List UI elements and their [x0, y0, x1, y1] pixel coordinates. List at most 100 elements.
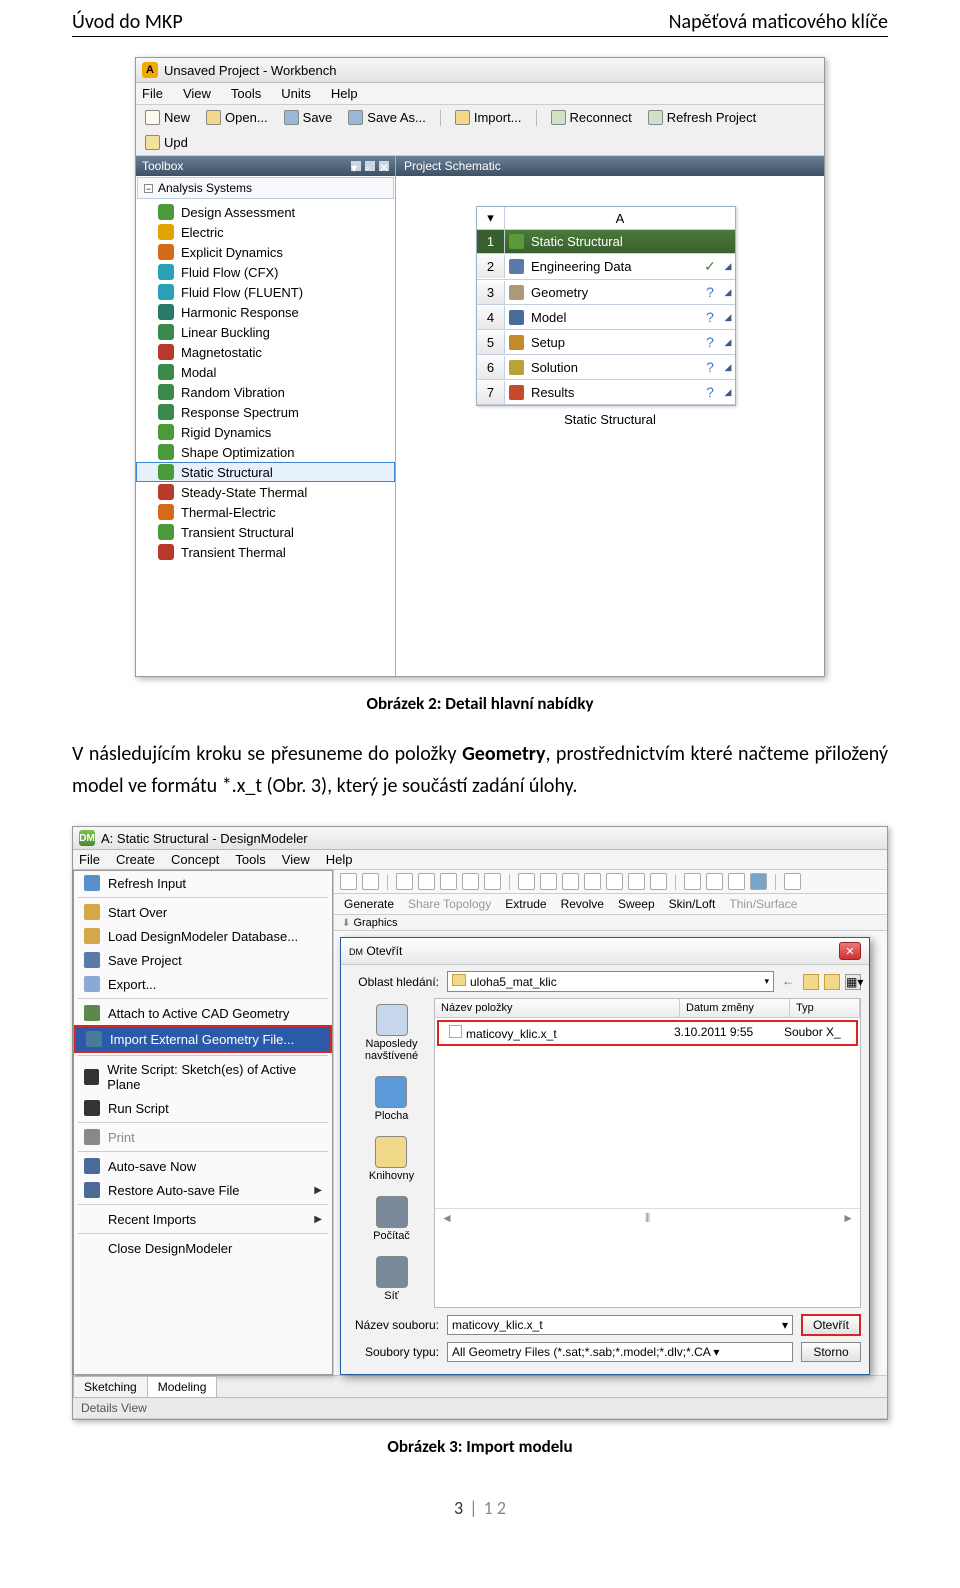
menu-item[interactable]: Refresh Input — [74, 871, 332, 895]
dropdown-icon[interactable]: ▾ — [351, 161, 361, 171]
places-item[interactable]: Knihovny — [369, 1136, 414, 1182]
tb-update[interactable]: Upd — [140, 133, 193, 152]
menu-view[interactable]: View — [183, 86, 211, 101]
icon[interactable] — [462, 873, 479, 890]
up-icon[interactable] — [803, 974, 819, 990]
dm-menu-concept[interactable]: Concept — [171, 852, 219, 867]
back-icon[interactable]: ← — [782, 974, 798, 990]
tab-modeling[interactable]: Modeling — [147, 1376, 218, 1397]
system-cell[interactable]: 3Geometry?◢ — [477, 280, 735, 305]
cancel-button[interactable]: Storno — [801, 1342, 861, 1362]
toolbox-item[interactable]: Thermal-Electric — [136, 502, 395, 522]
toolbox-item[interactable]: Linear Buckling — [136, 322, 395, 342]
system-cell[interactable]: 7Results?◢ — [477, 380, 735, 405]
system-block[interactable]: ▾ A 1 Static Structural 2Engineering Dat… — [476, 206, 736, 406]
open-button[interactable]: Otevřít — [801, 1314, 861, 1336]
dm-menu-help[interactable]: Help — [326, 852, 353, 867]
toolbox-item[interactable]: Rigid Dynamics — [136, 422, 395, 442]
menu-item[interactable]: Print — [74, 1125, 332, 1149]
menu-item[interactable]: Restore Auto-save File▶ — [74, 1178, 332, 1202]
extrude-button[interactable]: Extrude — [501, 897, 546, 911]
icon[interactable] — [728, 873, 745, 890]
zoom-box-icon[interactable] — [606, 873, 623, 890]
toolbox-item[interactable]: Magnetostatic — [136, 342, 395, 362]
system-cell[interactable]: 5Setup?◢ — [477, 330, 735, 355]
toolbox-group[interactable]: − Analysis Systems — [137, 177, 394, 199]
menu-item[interactable]: Run Script — [74, 1096, 332, 1120]
menu-item[interactable]: Close DesignModeler — [74, 1236, 332, 1260]
menu-item[interactable]: Import External Geometry File... — [74, 1025, 332, 1053]
toolbox-item[interactable]: Electric — [136, 222, 395, 242]
file-row[interactable]: maticovy_klic.x_t 3.10.2011 9:55 Soubor … — [437, 1020, 858, 1046]
toolbox-item[interactable]: Transient Thermal — [136, 542, 395, 562]
places-item[interactable]: Počítač — [373, 1196, 410, 1242]
places-item[interactable]: Naposledy navštívené — [349, 1004, 434, 1062]
col-name[interactable]: Název položky — [435, 999, 680, 1017]
view-icon[interactable]: ▦▾ — [845, 974, 861, 990]
menu-item[interactable]: Write Script: Sketch(es) of Active Plane — [74, 1058, 332, 1096]
places-item[interactable]: Plocha — [375, 1076, 409, 1122]
share-topology-button[interactable]: Share Topology — [404, 897, 491, 911]
icon[interactable] — [484, 873, 501, 890]
filename-combo[interactable]: maticovy_klic.x_t▾ — [447, 1315, 793, 1335]
dm-menu-file[interactable]: File — [79, 852, 100, 867]
toolbox-item[interactable]: Design Assessment — [136, 202, 395, 222]
skin-loft-button[interactable]: Skin/Loft — [665, 897, 716, 911]
close-button[interactable]: ✕ — [839, 942, 861, 960]
dm-menu-create[interactable]: Create — [116, 852, 155, 867]
look-in-combo[interactable]: uloha5_mat_klic▾ — [447, 971, 774, 992]
toolbox-item[interactable]: Shape Optimization — [136, 442, 395, 462]
toolbox-item[interactable]: Static Structural — [136, 462, 395, 482]
menu-item[interactable]: Load DesignModeler Database... — [74, 924, 332, 948]
new-folder-icon[interactable] — [824, 974, 840, 990]
toolbox-item[interactable]: Modal — [136, 362, 395, 382]
menu-item[interactable]: Auto-save Now — [74, 1154, 332, 1178]
select-icon[interactable] — [340, 873, 357, 890]
menu-tools[interactable]: Tools — [231, 86, 261, 101]
filetype-combo[interactable]: All Geometry Files (*.sat;*.sab;*.model;… — [447, 1342, 793, 1362]
icon[interactable] — [418, 873, 435, 890]
rotate-icon[interactable] — [628, 873, 645, 890]
toolbox-item[interactable]: Harmonic Response — [136, 302, 395, 322]
dm-menu-tools[interactable]: Tools — [235, 852, 265, 867]
system-cell[interactable]: 2Engineering Data✓◢ — [477, 254, 735, 280]
zoom-out-icon[interactable] — [584, 873, 601, 890]
pan-icon[interactable] — [362, 873, 379, 890]
tb-import[interactable]: Import... — [450, 108, 527, 127]
close-icon[interactable]: ✕ — [379, 161, 389, 171]
toolbox-item[interactable]: Response Spectrum — [136, 402, 395, 422]
tb-open[interactable]: Open... — [201, 108, 273, 127]
tab-sketching[interactable]: Sketching — [73, 1376, 148, 1397]
zoom-fit-icon[interactable] — [540, 873, 557, 890]
col-type[interactable]: Typ — [790, 999, 860, 1017]
menu-item[interactable]: Save Project — [74, 948, 332, 972]
tb-refresh[interactable]: Refresh Project — [643, 108, 762, 127]
pin-icon[interactable]: ▫ — [365, 161, 375, 171]
tb-save[interactable]: Save — [279, 108, 338, 127]
icon[interactable] — [706, 873, 723, 890]
system-cell[interactable]: 6Solution?◢ — [477, 355, 735, 380]
tb-reconnect[interactable]: Reconnect — [546, 108, 637, 127]
menu-item[interactable]: Recent Imports▶ — [74, 1207, 332, 1231]
zoom-icon[interactable] — [518, 873, 535, 890]
thin-surface-button[interactable]: Thin/Surface — [725, 897, 797, 911]
places-item[interactable]: Síť — [376, 1256, 408, 1302]
col-date[interactable]: Datum změny — [680, 999, 790, 1017]
system-dropdown[interactable]: ▾ — [477, 207, 505, 229]
icon[interactable] — [784, 873, 801, 890]
menu-file[interactable]: File — [142, 86, 163, 101]
toolbox-item[interactable]: Fluid Flow (CFX) — [136, 262, 395, 282]
toolbox-item[interactable]: Explicit Dynamics — [136, 242, 395, 262]
tb-saveas[interactable]: Save As... — [343, 108, 431, 127]
iso-icon[interactable] — [684, 873, 701, 890]
dm-menu-view[interactable]: View — [282, 852, 310, 867]
sweep-button[interactable]: Sweep — [614, 897, 655, 911]
menu-help[interactable]: Help — [331, 86, 358, 101]
toolbox-item[interactable]: Transient Structural — [136, 522, 395, 542]
menu-item[interactable]: Export... — [74, 972, 332, 996]
icon[interactable] — [650, 873, 667, 890]
menu-item[interactable]: Attach to Active CAD Geometry — [74, 1001, 332, 1025]
system-cell[interactable]: 4Model?◢ — [477, 305, 735, 330]
toolbox-item[interactable]: Random Vibration — [136, 382, 395, 402]
revolve-button[interactable]: Revolve — [557, 897, 604, 911]
